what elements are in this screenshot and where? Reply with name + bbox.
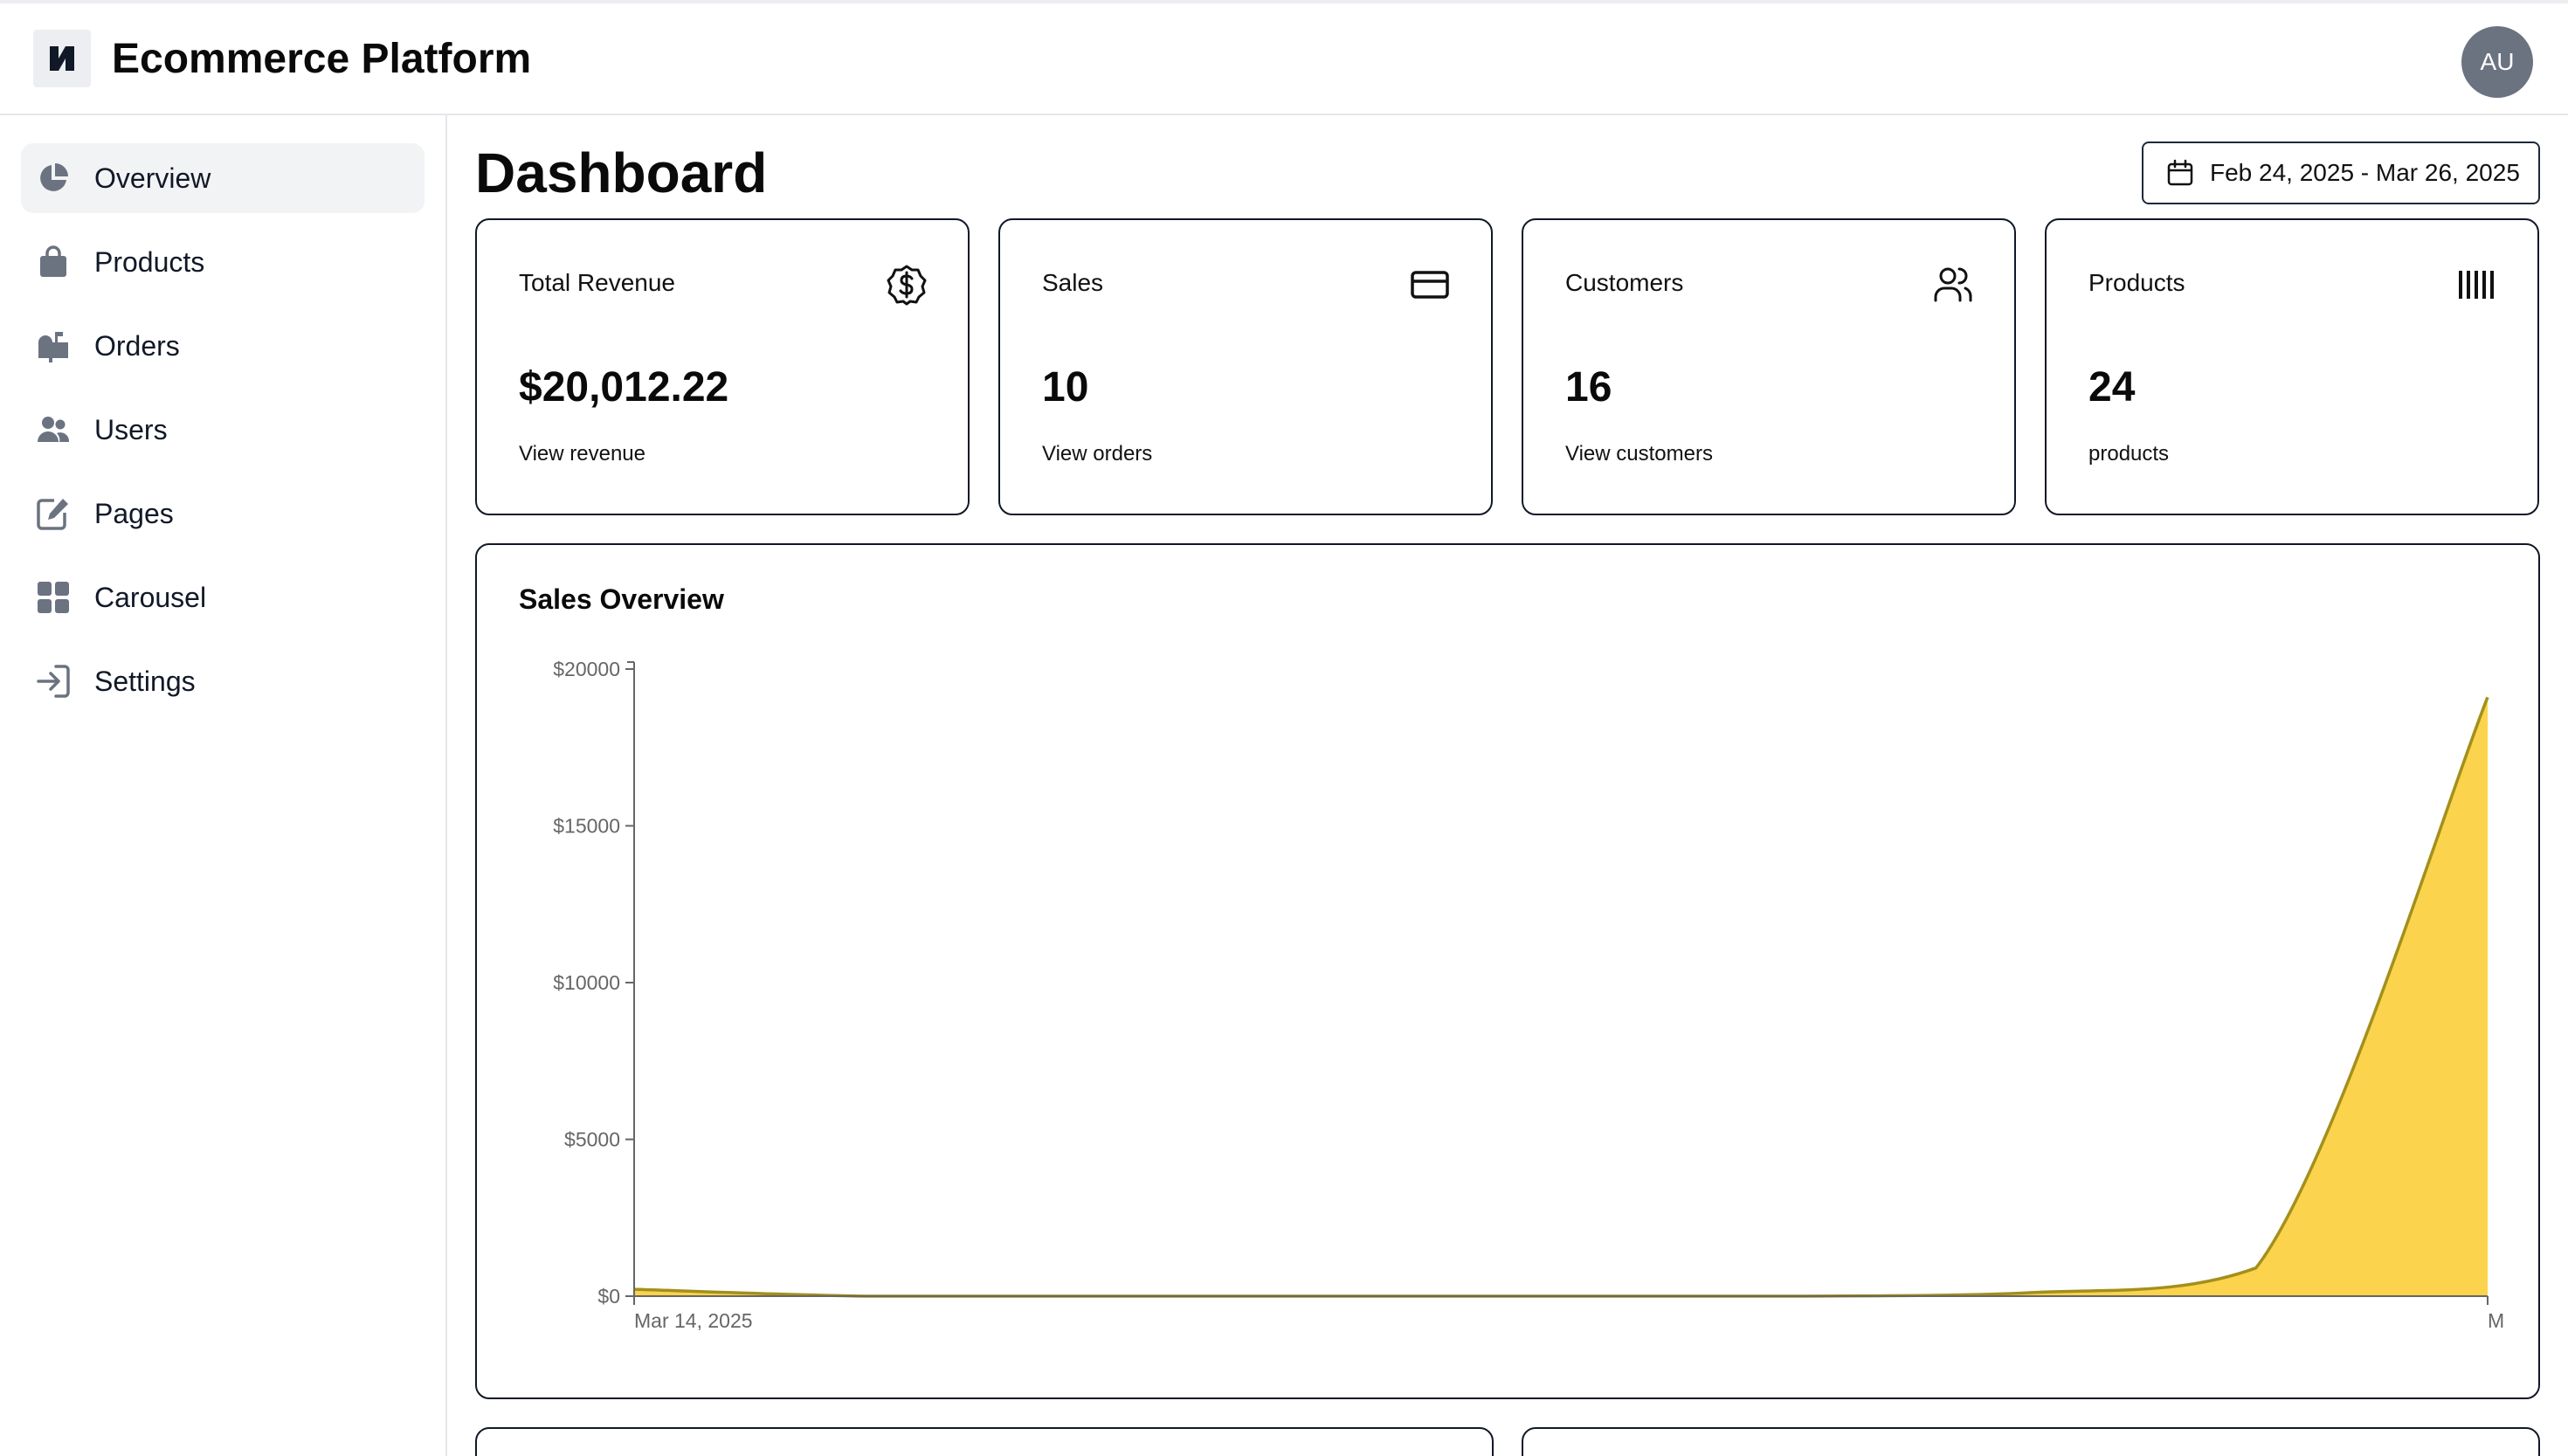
y-tick-label: $20000 bbox=[553, 658, 620, 680]
date-range-picker[interactable]: Feb 24, 2025 - Mar 26, 2025 bbox=[2142, 141, 2540, 204]
view-orders-link[interactable]: View orders bbox=[1042, 442, 1152, 466]
card-value: 10 bbox=[1042, 364, 1089, 411]
bottom-card-right bbox=[1522, 1427, 2540, 1456]
app-logo[interactable] bbox=[33, 30, 91, 87]
sidebar-item-label: Orders bbox=[94, 329, 180, 362]
barcode-icon bbox=[2459, 271, 2494, 299]
sidebar-item-settings[interactable]: Settings bbox=[21, 646, 425, 716]
user-avatar[interactable]: AU bbox=[2461, 26, 2533, 98]
sidebar-item-products[interactable]: Products bbox=[21, 227, 425, 297]
sidebar-item-label: Products bbox=[94, 245, 205, 278]
sidebar-item-pages[interactable]: Pages bbox=[21, 479, 425, 549]
bottom-card-left bbox=[475, 1427, 1494, 1456]
y-tick-label: $0 bbox=[597, 1285, 620, 1308]
sidebar-item-users[interactable]: Users bbox=[21, 395, 425, 465]
card-label: Total Revenue bbox=[519, 269, 676, 296]
y-tick-label: $5000 bbox=[564, 1128, 620, 1151]
page-title: Dashboard bbox=[475, 141, 768, 204]
top-header: Ecommerce Platform AU bbox=[0, 3, 2568, 115]
app-root: Ecommerce Platform AU Overview Products bbox=[0, 0, 2568, 1456]
dollar-badge-icon bbox=[887, 265, 927, 306]
card-value: 24 bbox=[2088, 364, 2136, 411]
grid-icon bbox=[35, 579, 72, 616]
sidebar-item-label: Overview bbox=[94, 162, 211, 194]
stat-card-sales[interactable]: Sales 10 View orders bbox=[998, 218, 1493, 515]
sales-area-chart: $0 $5000 $10000 $15000 $20000 Mar 14, 2025 M bbox=[553, 658, 2504, 1332]
sales-overview-card: Sales Overview $0 $5000 $10000 $15000 $20000… bbox=[475, 543, 2540, 1399]
sidebar-item-orders[interactable]: Orders bbox=[21, 311, 425, 381]
pie-chart-icon bbox=[35, 160, 72, 197]
view-customers-link[interactable]: View customers bbox=[1565, 442, 1713, 466]
sidebar-item-label: Carousel bbox=[94, 581, 207, 613]
sidebar-item-overview[interactable]: Overview bbox=[21, 143, 425, 213]
sidebar-item-label: Users bbox=[94, 413, 168, 445]
mailbox-icon bbox=[35, 328, 72, 364]
credit-card-icon bbox=[1411, 271, 1449, 299]
sales-area-fill bbox=[634, 697, 2488, 1296]
stat-card-customers[interactable]: Customers 16 View customers bbox=[1522, 218, 2016, 515]
sidebar-item-label: Pages bbox=[94, 497, 174, 529]
card-label: Sales bbox=[1042, 269, 1104, 296]
card-label: Customers bbox=[1565, 269, 1684, 296]
card-value: $20,012.22 bbox=[519, 364, 729, 411]
date-range-text: Feb 24, 2025 - Mar 26, 2025 bbox=[2210, 159, 2520, 186]
x-tick-label: Mar 14, 2025 bbox=[634, 1309, 753, 1332]
users-outline-icon bbox=[1934, 267, 1972, 302]
logo-icon bbox=[50, 46, 74, 71]
stat-card-total-revenue[interactable]: Total Revenue $20,012.22 View revenue bbox=[475, 218, 970, 515]
card-value: 16 bbox=[1565, 364, 1612, 411]
x-tick-label: M bbox=[2488, 1309, 2504, 1332]
sidebar-item-carousel[interactable]: Carousel bbox=[21, 562, 425, 632]
stat-card-products[interactable]: Products 24 products bbox=[2045, 218, 2539, 515]
calendar-icon bbox=[2167, 159, 2193, 186]
products-link[interactable]: products bbox=[2088, 442, 2169, 466]
edit-icon bbox=[35, 495, 72, 532]
card-label: Products bbox=[2088, 269, 2185, 296]
view-revenue-link[interactable]: View revenue bbox=[519, 442, 645, 466]
sales-series-line bbox=[633, 696, 2489, 1298]
sidebar-item-label: Settings bbox=[94, 665, 196, 697]
users-icon bbox=[35, 411, 72, 448]
shopping-bag-icon bbox=[35, 244, 72, 280]
y-tick-label: $15000 bbox=[553, 815, 620, 838]
sidebar: Overview Products Orders Users Pages Car… bbox=[0, 115, 447, 1456]
sign-in-icon bbox=[35, 663, 72, 700]
app-title: Ecommerce Platform bbox=[112, 36, 532, 82]
y-tick-label: $10000 bbox=[553, 971, 620, 994]
